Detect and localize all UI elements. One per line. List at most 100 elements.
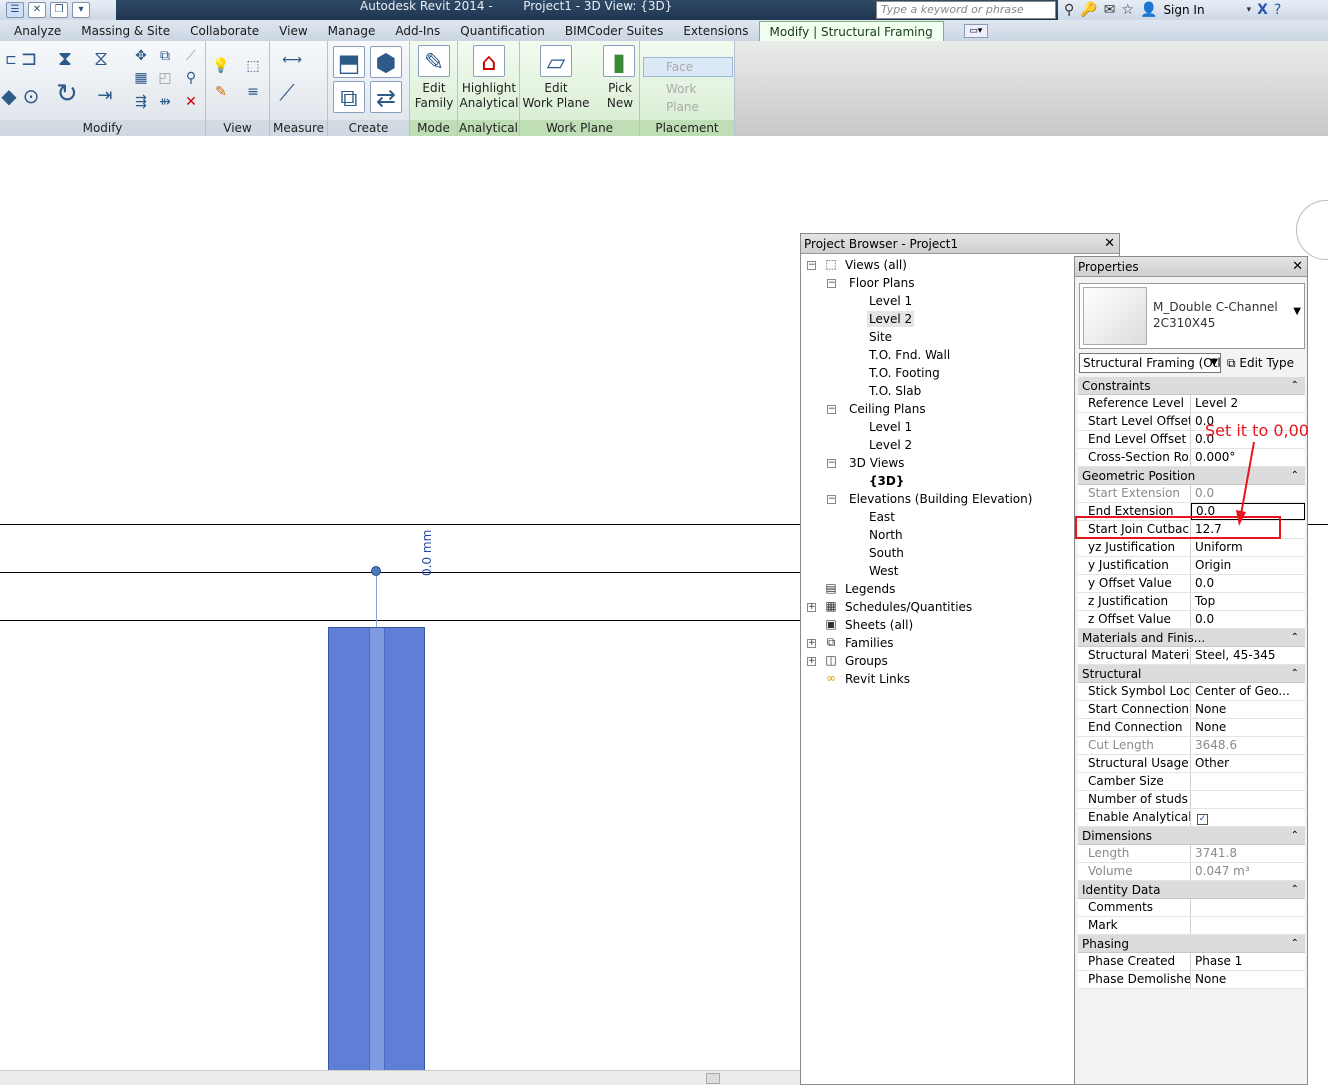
expand-icon[interactable]: + — [807, 639, 816, 648]
search-input[interactable]: Type a keyword or phrase — [876, 1, 1056, 19]
tree-item-ceiling-plans[interactable]: Ceiling Plans — [849, 401, 926, 417]
tree-item-fnd-wall[interactable]: T.O. Fnd. Wall — [869, 347, 950, 363]
highlight-analytical-icon[interactable]: ⌂ — [473, 45, 505, 77]
array-icon[interactable]: ▦ — [132, 69, 150, 87]
prop-row[interactable]: Enable Analytical... ✓ — [1078, 809, 1305, 827]
close-icon[interactable]: ✕ — [1104, 234, 1115, 254]
mirror-axis-icon[interactable]: ⧗ — [56, 48, 74, 68]
enable-analytical-checkbox[interactable]: ✓ — [1197, 814, 1208, 825]
instance-filter-select[interactable]: Structural Framing (Otl ▼ — [1079, 353, 1221, 373]
mirror-draw-icon[interactable]: ⧖ — [92, 48, 110, 68]
lightbulb-icon[interactable]: 💡 — [212, 57, 230, 75]
prop-value[interactable] — [1191, 917, 1305, 934]
tab-modify-structural-framing[interactable]: Modify | Structural Framing — [758, 21, 944, 41]
tree-item-slab[interactable]: T.O. Slab — [869, 383, 921, 399]
prop-row[interactable]: Comments — [1078, 899, 1305, 917]
prop-value[interactable]: Uniform — [1191, 539, 1305, 556]
prop-value[interactable]: None — [1191, 701, 1305, 718]
type-selector[interactable]: M_Double C-Channel 2C310X45 ▼ — [1079, 283, 1305, 349]
prop-row[interactable]: Start Connection None — [1078, 701, 1305, 719]
edit-family-button[interactable]: Edit Family — [410, 81, 458, 111]
tab-analyze[interactable]: Analyze — [4, 21, 71, 41]
tree-item-footing[interactable]: T.O. Footing — [869, 365, 940, 381]
collapse-icon[interactable]: ⌃ — [1291, 377, 1299, 395]
extend-icon[interactable]: ⇻ — [156, 93, 174, 111]
prop-value[interactable]: Origin — [1191, 557, 1305, 574]
edit-family-icon[interactable]: ✎ — [418, 45, 450, 77]
exchange-icon[interactable]: X — [1257, 2, 1268, 18]
prop-value[interactable] — [1191, 791, 1305, 808]
edit-type-button[interactable]: ⧉ Edit Type — [1227, 353, 1294, 373]
tab-view[interactable]: View — [269, 21, 317, 41]
group-identity-data[interactable]: Identity Data ⌃ — [1078, 881, 1305, 899]
tab-extensions[interactable]: Extensions — [673, 21, 758, 41]
create-parts-icon[interactable]: ⬢ — [370, 46, 402, 78]
sign-in-link[interactable]: Sign In — [1163, 3, 1204, 17]
tab-massing-site[interactable]: Massing & Site — [71, 21, 180, 41]
tree-item-ceiling-level-1[interactable]: Level 1 — [869, 419, 912, 435]
tree-item-ceiling-level-2[interactable]: Level 2 — [869, 437, 912, 453]
tab-collaborate[interactable]: Collaborate — [180, 21, 269, 41]
prop-value[interactable]: Center of Geo... — [1191, 683, 1305, 700]
edit-work-plane-icon[interactable]: ▱ — [540, 45, 572, 77]
prop-row[interactable]: Reference Level Level 2 — [1078, 395, 1305, 413]
binoculars-icon[interactable]: ⚲ — [1064, 2, 1074, 18]
collapse-icon[interactable]: ⌃ — [1291, 935, 1299, 953]
switch-windows-icon[interactable]: ❐ — [50, 2, 68, 18]
prop-value[interactable]: None — [1191, 971, 1305, 988]
edit-work-plane-button[interactable]: Edit Work Plane — [522, 81, 590, 111]
collapse-icon[interactable]: ⌃ — [1291, 665, 1299, 683]
prop-value[interactable]: 0.0 — [1191, 611, 1305, 628]
prop-value[interactable]: None — [1191, 719, 1305, 736]
favorites-icon[interactable]: ☆ — [1121, 2, 1134, 18]
collapse-icon[interactable]: ⌃ — [1291, 881, 1299, 899]
prop-value[interactable]: 0.0 — [1191, 575, 1305, 592]
highlight-analytical-button[interactable]: Highlight Analytical — [458, 81, 520, 111]
tab-quantification[interactable]: Quantification — [450, 21, 555, 41]
tree-item-revit-links[interactable]: Revit Links — [845, 671, 910, 687]
trim-extend-icon[interactable]: ⇥ — [96, 87, 114, 105]
collapse-icon[interactable]: − — [827, 459, 836, 468]
tree-item-east[interactable]: East — [869, 509, 895, 525]
prop-row[interactable]: Cross-Section Ro... 0.000° — [1078, 449, 1305, 467]
collapse-icon[interactable]: ⌃ — [1291, 827, 1299, 845]
dimension-label[interactable]: 0.0 mm — [420, 530, 434, 576]
drag-handle[interactable] — [371, 566, 381, 576]
help-icon[interactable]: ? — [1274, 2, 1281, 18]
prop-row[interactable]: Stick Symbol Loc... Center of Geo... — [1078, 683, 1305, 701]
group-phasing[interactable]: Phasing ⌃ — [1078, 935, 1305, 953]
collapse-icon[interactable]: − — [827, 495, 836, 504]
app-menu-icon[interactable]: ☰ — [6, 2, 24, 18]
work-plane-button[interactable]: Work Plane — [643, 79, 733, 114]
prop-row[interactable]: Structural Material Steel, 45-345 — [1078, 647, 1305, 665]
collapse-icon[interactable]: ⌃ — [1291, 629, 1299, 647]
tree-item-level-2[interactable]: Level 2 — [867, 311, 915, 327]
tree-item-west[interactable]: West — [869, 563, 899, 579]
tab-add-ins[interactable]: Add-Ins — [385, 21, 450, 41]
tab-bimcoder-suites[interactable]: BIMCoder Suites — [555, 21, 674, 41]
prop-value[interactable]: Top — [1191, 593, 1305, 610]
measure-between-icon[interactable]: ⟷ — [274, 51, 310, 69]
prop-row[interactable]: Camber Size — [1078, 773, 1305, 791]
group-materials[interactable]: Materials and Finis... ⌃ — [1078, 629, 1305, 647]
prop-row[interactable]: Structural Usage Other — [1078, 755, 1305, 773]
prop-value[interactable] — [1191, 773, 1305, 790]
expand-icon[interactable]: + — [807, 603, 816, 612]
selection-box-icon[interactable]: ⬚ — [244, 57, 262, 75]
close-inactive-icon[interactable]: ✕ — [28, 2, 46, 18]
expand-icon[interactable]: + — [807, 657, 816, 666]
move-icon[interactable]: ✥ — [132, 47, 150, 65]
aligned-dimension-icon[interactable]: ⟋ — [278, 83, 296, 105]
prop-row[interactable]: Number of studs — [1078, 791, 1305, 809]
tree-item-level-1[interactable]: Level 1 — [869, 293, 912, 309]
create-similar-icon[interactable]: ⇄ — [370, 81, 402, 113]
create-group-icon[interactable]: ⧉ — [333, 81, 365, 113]
tab-manage[interactable]: Manage — [318, 21, 386, 41]
tree-item-elevations[interactable]: Elevations (Building Elevation) — [849, 491, 1032, 507]
tree-item-families[interactable]: Families — [845, 635, 893, 651]
prop-row[interactable]: y Justification Origin — [1078, 557, 1305, 575]
pick-new-button[interactable]: Pick New — [600, 81, 640, 111]
prop-value[interactable] — [1191, 899, 1305, 916]
ribbon-minimize-icon[interactable]: ▭▾ — [963, 24, 988, 38]
prop-row[interactable]: z Offset Value 0.0 — [1078, 611, 1305, 629]
